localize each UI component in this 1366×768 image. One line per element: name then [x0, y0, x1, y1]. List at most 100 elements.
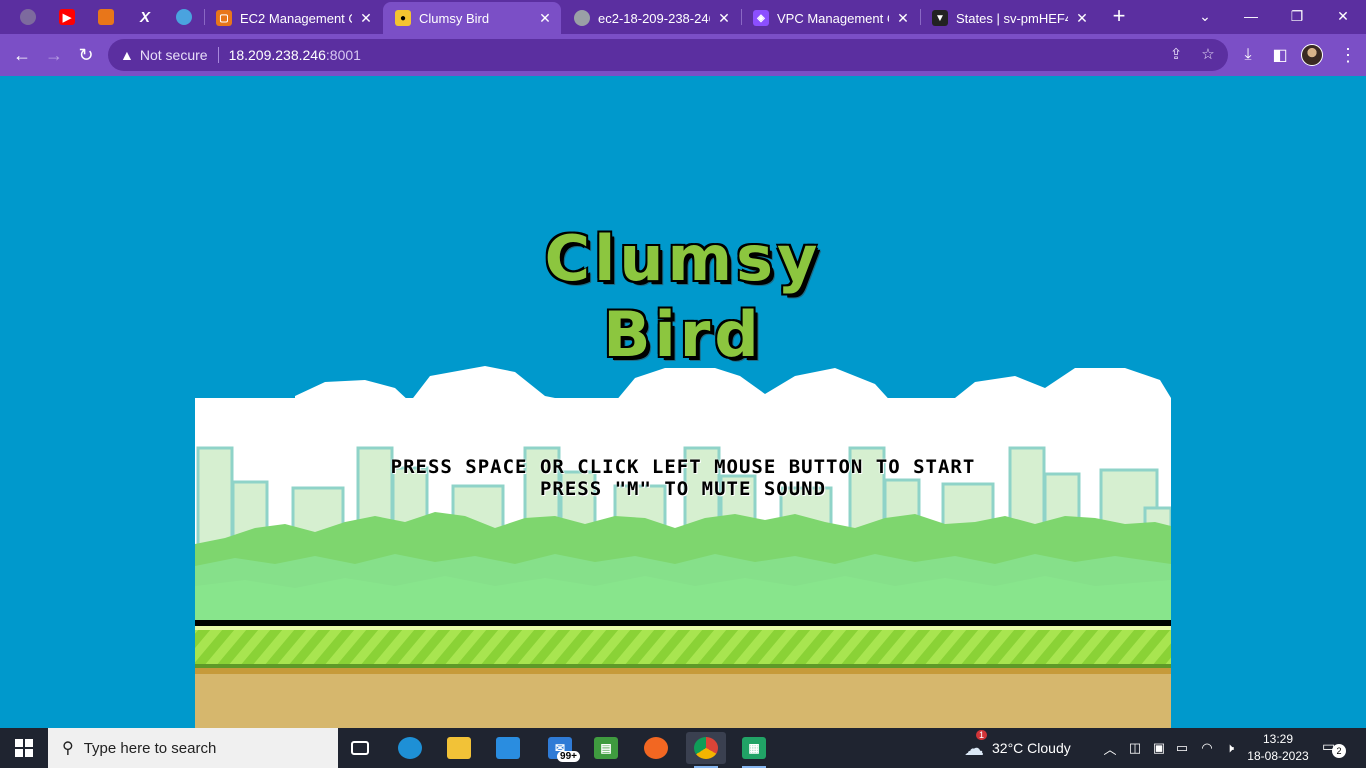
side-panel-icon[interactable]: ◧ — [1266, 41, 1294, 69]
windows-taskbar: ⚲ Type here to search ✉ 99+ ▤ ▦ ☁ 1 32°C … — [0, 728, 1366, 768]
close-icon[interactable]: ✕ — [358, 10, 374, 26]
bushes — [195, 512, 1171, 622]
security-label[interactable]: Not secure — [140, 47, 208, 63]
forward-button[interactable]: → — [40, 41, 68, 69]
notification-count: 2 — [1332, 744, 1346, 758]
volume-icon[interactable]: 🕨 — [1220, 738, 1240, 758]
ground-edge — [195, 620, 1171, 626]
ground-dirt — [195, 674, 1171, 728]
ground-stripes — [195, 630, 1171, 664]
clock-time: 13:29 — [1262, 732, 1294, 746]
url-port: :8001 — [325, 47, 361, 63]
meet-now-icon[interactable]: ◫ — [1125, 738, 1145, 758]
taskbar-search[interactable]: ⚲ Type here to search — [48, 728, 338, 768]
close-icon[interactable]: ✕ — [1074, 10, 1090, 26]
tab-terraform-states[interactable]: ▼ States | sv-pmHEF46V ✕ — [920, 2, 1098, 34]
tab-search-chevron-icon[interactable]: ⌄ — [1182, 0, 1228, 32]
aws-vpc-icon: ◈ — [753, 10, 769, 26]
back-button[interactable]: ← — [8, 41, 36, 69]
battery-icon[interactable]: ▭ — [1172, 738, 1192, 758]
tab-vpc-management[interactable]: ◈ VPC Management Co ✕ — [741, 2, 919, 34]
warning-icon[interactable]: ▲ — [120, 47, 134, 63]
system-clock[interactable]: 13:29 18-08-2023 — [1244, 731, 1312, 765]
globe-icon — [20, 9, 36, 25]
tab-title: VPC Management Co — [777, 10, 889, 26]
mail-badge: 99+ — [557, 751, 580, 762]
task-view-icon — [351, 741, 369, 755]
taskbar-app-explorer[interactable] — [439, 732, 479, 764]
share-icon[interactable]: ⇪ — [1164, 42, 1188, 66]
aws-ec2-icon: ▢ — [216, 10, 232, 26]
tab-title: Clumsy Bird — [419, 10, 490, 26]
close-icon[interactable]: ✕ — [537, 10, 553, 26]
taskbar-app-mail[interactable]: ✉ 99+ — [540, 732, 580, 764]
pinned-tab-globe[interactable] — [10, 4, 46, 30]
brave-icon — [644, 737, 668, 759]
folder-icon — [447, 737, 471, 759]
task-view-button[interactable] — [340, 732, 380, 764]
clumsy-bird-icon: ● — [395, 10, 411, 26]
cloud-icon — [176, 9, 192, 25]
tab-ec2-management[interactable]: ▢ EC2 Management Cor ✕ — [204, 2, 382, 34]
taskbar-app-edge[interactable] — [390, 732, 430, 764]
tab-title: ec2-18-209-238-246.c — [598, 10, 710, 26]
profile-avatar[interactable] — [1301, 44, 1323, 66]
start-instruction: PRESS SPACE OR CLICK LEFT MOUSE BUTTON T… — [390, 456, 976, 478]
game-title-line2: Bird — [603, 298, 763, 371]
taskbar-app-sheets[interactable]: ▦ — [734, 732, 774, 768]
clock-date: 18-08-2023 — [1247, 749, 1309, 763]
screen-icon[interactable]: ▣ — [1149, 738, 1169, 758]
address-divider — [217, 47, 219, 63]
browser-toolbar: ← → ↻ ▲ Not secure 18.209.238.246:8001 ⇪… — [0, 34, 1366, 76]
wifi-icon[interactable]: ◠ — [1197, 738, 1217, 758]
weather-widget[interactable]: ☁ 1 32°C Cloudy — [964, 728, 1071, 768]
window-close-button[interactable]: ✕ — [1320, 0, 1366, 32]
pinned-tab-cloud[interactable] — [166, 4, 202, 30]
pinned-tab-aws[interactable] — [88, 4, 124, 30]
start-button[interactable] — [0, 728, 48, 768]
pinned-tab-x[interactable]: X — [127, 4, 163, 30]
windows-icon — [15, 739, 33, 757]
close-icon[interactable]: ✕ — [716, 10, 732, 26]
mute-instruction: PRESS "M" TO MUTE SOUND — [539, 478, 827, 500]
globe-icon — [574, 10, 590, 26]
tab-title: States | sv-pmHEF46V — [956, 10, 1068, 26]
restore-button[interactable]: ❐ — [1274, 0, 1320, 32]
aws-icon — [98, 9, 114, 25]
minimize-button[interactable]: — — [1228, 0, 1274, 32]
bookmark-star-icon[interactable]: ☆ — [1196, 42, 1220, 66]
taskbar-app-chart[interactable]: ▤ — [586, 732, 626, 764]
reload-button[interactable]: ↻ — [72, 41, 100, 69]
search-icon: ⚲ — [62, 740, 74, 757]
download-icon[interactable]: ⤓ — [1234, 41, 1262, 69]
spreadsheet-icon: ▤ — [594, 737, 618, 759]
more-menu-icon[interactable]: ⋮ — [1336, 42, 1360, 68]
page-viewport: Clumsy Bird PRESS SPACE OR CLICK LEFT MO… — [0, 76, 1366, 728]
address-bar[interactable]: ▲ Not secure 18.209.238.246:8001 — [108, 39, 1228, 71]
tab-title: EC2 Management Cor — [240, 10, 352, 26]
taskbar-app-brave[interactable] — [636, 732, 676, 764]
weather-text: 32°C Cloudy — [992, 740, 1071, 756]
new-tab-button[interactable]: + — [1106, 5, 1132, 29]
tab-ec2-instance[interactable]: ec2-18-209-238-246.c ✕ — [562, 2, 740, 34]
cloud-icon: ☁ 1 — [964, 729, 988, 761]
tab-strip: ▶ X ▢ EC2 Management Cor ✕ ● Clumsy Bird… — [0, 0, 1366, 34]
x-icon: X — [139, 8, 150, 26]
tab-clumsy-bird[interactable]: ● Clumsy Bird ✕ — [383, 2, 561, 34]
pinned-tab-youtube[interactable]: ▶ — [49, 4, 85, 30]
youtube-icon: ▶ — [59, 9, 75, 25]
game-background — [195, 76, 1171, 728]
close-icon[interactable]: ✕ — [895, 10, 911, 26]
show-hidden-icons-chevron-icon[interactable]: ︿ — [1100, 738, 1120, 758]
game-canvas[interactable]: Clumsy Bird PRESS SPACE OR CLICK LEFT MO… — [195, 76, 1171, 728]
taskbar-app-store[interactable] — [488, 732, 528, 764]
taskbar-app-chrome[interactable] — [686, 732, 726, 768]
terraform-icon: ▼ — [932, 10, 948, 26]
store-icon — [496, 737, 520, 759]
sheets-icon: ▦ — [742, 737, 766, 759]
url-host: 18.209.238.246 — [228, 47, 326, 63]
notification-center-button[interactable]: ▭ 2 — [1322, 738, 1346, 758]
edge-icon — [398, 737, 422, 759]
search-placeholder: Type here to search — [83, 739, 217, 757]
game-title-line1: Clumsy — [544, 222, 822, 295]
